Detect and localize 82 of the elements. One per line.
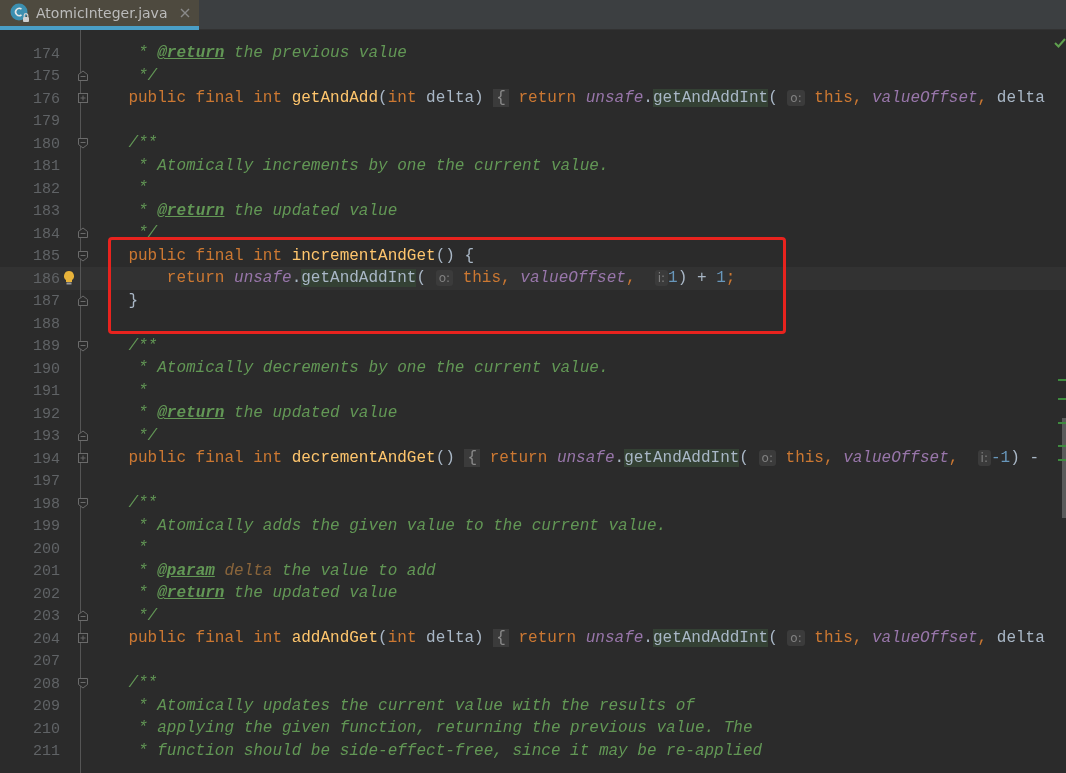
line-number: 184 [33,225,60,243]
code-line: * @return the updated value [137,584,398,603]
close-icon[interactable] [179,7,192,19]
line-number: 207 [33,653,60,671]
code-line: /** [127,674,158,693]
line-number: 190 [33,360,60,378]
line-number: 187 [33,293,60,311]
line-number: 176 [33,90,60,108]
code-line: */ [137,426,158,445]
line-number: 200 [33,540,60,558]
line-number: 181 [33,158,60,176]
line-number: 185 [33,248,60,266]
code-line: * applying the given function, returning the previous value. The [137,719,753,738]
line-number: 189 [33,338,60,356]
code-line: public final int getAndAdd(int delta) { return unsafe.getAndAddInt( o: this, valueOffset, delta [127,89,1045,108]
line-number: 179 [33,113,60,131]
line-number: 180 [33,135,60,153]
code-line: * [137,179,148,198]
code-line: * Atomically decrements by one the current value. [137,359,609,378]
code-line: /** [127,134,158,153]
code-line: * Atomically increments by one the current value. [137,156,609,175]
line-number: 182 [33,180,60,198]
code-line: * @return the updated value [137,404,398,423]
code-line: * @return the updated value [137,201,398,220]
fold-icon[interactable] [77,227,89,240]
line-number: 191 [33,383,60,401]
line-number: 201 [33,563,60,581]
code-line: * Atomically adds the given value to the current value. [137,516,667,535]
line-number: 211 [33,743,60,761]
change-marker [1058,398,1066,400]
change-marker [1058,379,1066,381]
line-number: 203 [33,608,60,626]
line-number: 202 [33,585,60,603]
expand-icon[interactable] [77,92,89,105]
line-number: 210 [33,720,60,738]
code-line: * @param delta the value to add [137,561,436,580]
expand-icon[interactable] [77,452,89,465]
change-marker [1058,422,1066,424]
line-number: 188 [33,315,60,333]
code-line: */ [137,224,158,243]
code-line: return unsafe.getAndAddInt( o: this, valueOffset, i: 1) + 1; [165,269,736,288]
line-number: 199 [33,518,60,536]
line-number: 208 [33,675,60,693]
line-number: 209 [33,698,60,716]
line-number: 197 [33,473,60,491]
fold-icon[interactable] [77,339,89,352]
line-number: 194 [33,450,60,468]
code-line: * [137,381,148,400]
line-number: 175 [33,68,60,86]
fold-icon[interactable] [77,429,89,442]
code-line: /** [127,336,158,355]
code-line: */ [137,606,158,625]
code-line: * Atomically updates the current value with the results of [137,696,695,715]
class-file-icon [10,3,30,23]
code-line: } [127,291,138,310]
code-line: * @return the previous value [137,44,407,63]
fold-icon[interactable] [77,69,89,82]
scrollbar[interactable] [1062,418,1066,518]
code-line: * [137,539,148,558]
line-number: 193 [33,428,60,446]
line-number: 192 [33,405,60,423]
fold-icon[interactable] [77,609,89,622]
code-line: * function should be side-effect-free, since it may be re-applied [137,741,763,760]
line-number: 183 [33,203,60,221]
editor-tab[interactable]: AtomicInteger.java [0,0,200,30]
line-number: 198 [33,495,60,513]
fold-icon[interactable] [77,294,89,307]
line-number: 174 [33,45,60,63]
code-line: public final int incrementAndGet() { [127,246,475,265]
fold-icon[interactable] [77,137,89,150]
fold-icon[interactable] [77,249,89,262]
lightbulb-icon[interactable] [63,270,75,287]
fold-icon[interactable] [77,497,89,510]
check-icon [1054,38,1066,48]
code-line: */ [137,66,158,85]
code-line: public final int addAndGet(int delta) { return unsafe.getAndAddInt( o: this, valueOffset, delta [127,629,1045,648]
line-number: 204 [33,630,60,648]
change-marker [1058,445,1066,447]
fold-icon[interactable] [77,677,89,690]
expand-icon[interactable] [77,632,89,645]
code-line: /** [127,494,158,513]
change-marker [1058,459,1066,461]
